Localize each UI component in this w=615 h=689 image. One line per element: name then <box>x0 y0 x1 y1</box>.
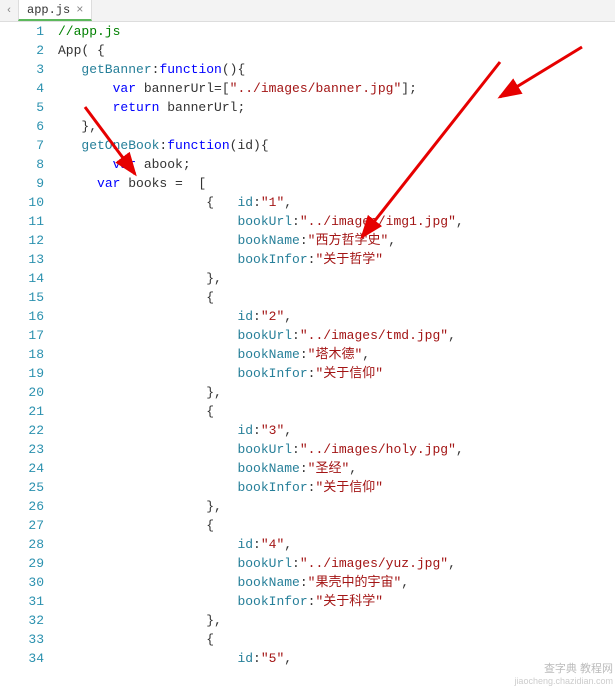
code-line[interactable]: bookInfor:"关于信仰" <box>58 478 615 497</box>
code-line[interactable]: var bannerUrl=["../images/banner.jpg"]; <box>58 79 615 98</box>
tab-prev-button[interactable]: ‹ <box>0 0 18 21</box>
code-line[interactable]: bookInfor:"关于哲学" <box>58 250 615 269</box>
code-line[interactable]: bookName:"果壳中的宇宙", <box>58 573 615 592</box>
line-number: 22 <box>0 421 44 440</box>
code-line[interactable]: getBanner:function(){ <box>58 60 615 79</box>
line-number: 30 <box>0 573 44 592</box>
line-number: 1 <box>0 22 44 41</box>
line-number: 27 <box>0 516 44 535</box>
line-number: 24 <box>0 459 44 478</box>
line-number: 12 <box>0 231 44 250</box>
line-number: 23 <box>0 440 44 459</box>
line-number: 14 <box>0 269 44 288</box>
code-line[interactable]: bookUrl:"../images/yuz.jpg", <box>58 554 615 573</box>
code-line[interactable]: bookInfor:"关于科学" <box>58 592 615 611</box>
code-line[interactable]: getOneBook:function(id){ <box>58 136 615 155</box>
tab-app-js[interactable]: app.js × <box>18 0 92 21</box>
line-number: 6 <box>0 117 44 136</box>
code-line[interactable]: bookUrl:"../images/tmd.jpg", <box>58 326 615 345</box>
code-line[interactable]: bookUrl:"../images/img1.jpg", <box>58 212 615 231</box>
line-number: 9 <box>0 174 44 193</box>
line-number: 31 <box>0 592 44 611</box>
line-number-gutter: 1234567891011121314151617181920212223242… <box>0 22 58 689</box>
watermark: 查字典 教程网 jiaocheng.chazidian.com <box>514 663 613 687</box>
line-number: 20 <box>0 383 44 402</box>
line-number: 10 <box>0 193 44 212</box>
line-number: 19 <box>0 364 44 383</box>
code-line[interactable]: App( { <box>58 41 615 60</box>
code-line[interactable]: }, <box>58 269 615 288</box>
tab-bar: ‹ app.js × <box>0 0 615 22</box>
code-editor[interactable]: 1234567891011121314151617181920212223242… <box>0 22 615 689</box>
code-line[interactable]: var books = [ <box>58 174 615 193</box>
code-content[interactable]: //app.jsApp( { getBanner:function(){ var… <box>58 22 615 689</box>
line-number: 5 <box>0 98 44 117</box>
line-number: 15 <box>0 288 44 307</box>
code-line[interactable]: { <box>58 630 615 649</box>
code-line[interactable]: }, <box>58 117 615 136</box>
code-line[interactable]: bookName:"塔木德", <box>58 345 615 364</box>
line-number: 28 <box>0 535 44 554</box>
line-number: 16 <box>0 307 44 326</box>
line-number: 33 <box>0 630 44 649</box>
code-line[interactable]: }, <box>58 611 615 630</box>
code-line[interactable]: return bannerUrl; <box>58 98 615 117</box>
code-line[interactable]: bookName:"西方哲学史", <box>58 231 615 250</box>
line-number: 17 <box>0 326 44 345</box>
watermark-sub: jiaocheng.chazidian.com <box>514 676 613 687</box>
tab-filename: app.js <box>27 3 70 17</box>
code-line[interactable]: }, <box>58 497 615 516</box>
line-number: 21 <box>0 402 44 421</box>
line-number: 3 <box>0 60 44 79</box>
code-line[interactable]: id:"3", <box>58 421 615 440</box>
code-line[interactable]: { <box>58 402 615 421</box>
code-line[interactable]: //app.js <box>58 22 615 41</box>
line-number: 11 <box>0 212 44 231</box>
line-number: 13 <box>0 250 44 269</box>
code-line[interactable]: { <box>58 288 615 307</box>
code-line[interactable]: { id:"1", <box>58 193 615 212</box>
line-number: 7 <box>0 136 44 155</box>
line-number: 18 <box>0 345 44 364</box>
line-number: 26 <box>0 497 44 516</box>
line-number: 34 <box>0 649 44 668</box>
line-number: 25 <box>0 478 44 497</box>
code-line[interactable]: }, <box>58 383 615 402</box>
code-line[interactable]: bookName:"圣经", <box>58 459 615 478</box>
line-number: 4 <box>0 79 44 98</box>
code-line[interactable]: { <box>58 516 615 535</box>
watermark-main: 查字典 教程网 <box>514 663 613 676</box>
line-number: 29 <box>0 554 44 573</box>
close-icon[interactable]: × <box>76 3 83 17</box>
line-number: 32 <box>0 611 44 630</box>
line-number: 2 <box>0 41 44 60</box>
code-line[interactable]: id:"2", <box>58 307 615 326</box>
code-line[interactable]: bookInfor:"关于信仰" <box>58 364 615 383</box>
line-number: 8 <box>0 155 44 174</box>
code-line[interactable]: var abook; <box>58 155 615 174</box>
code-line[interactable]: id:"4", <box>58 535 615 554</box>
code-line[interactable]: bookUrl:"../images/holy.jpg", <box>58 440 615 459</box>
